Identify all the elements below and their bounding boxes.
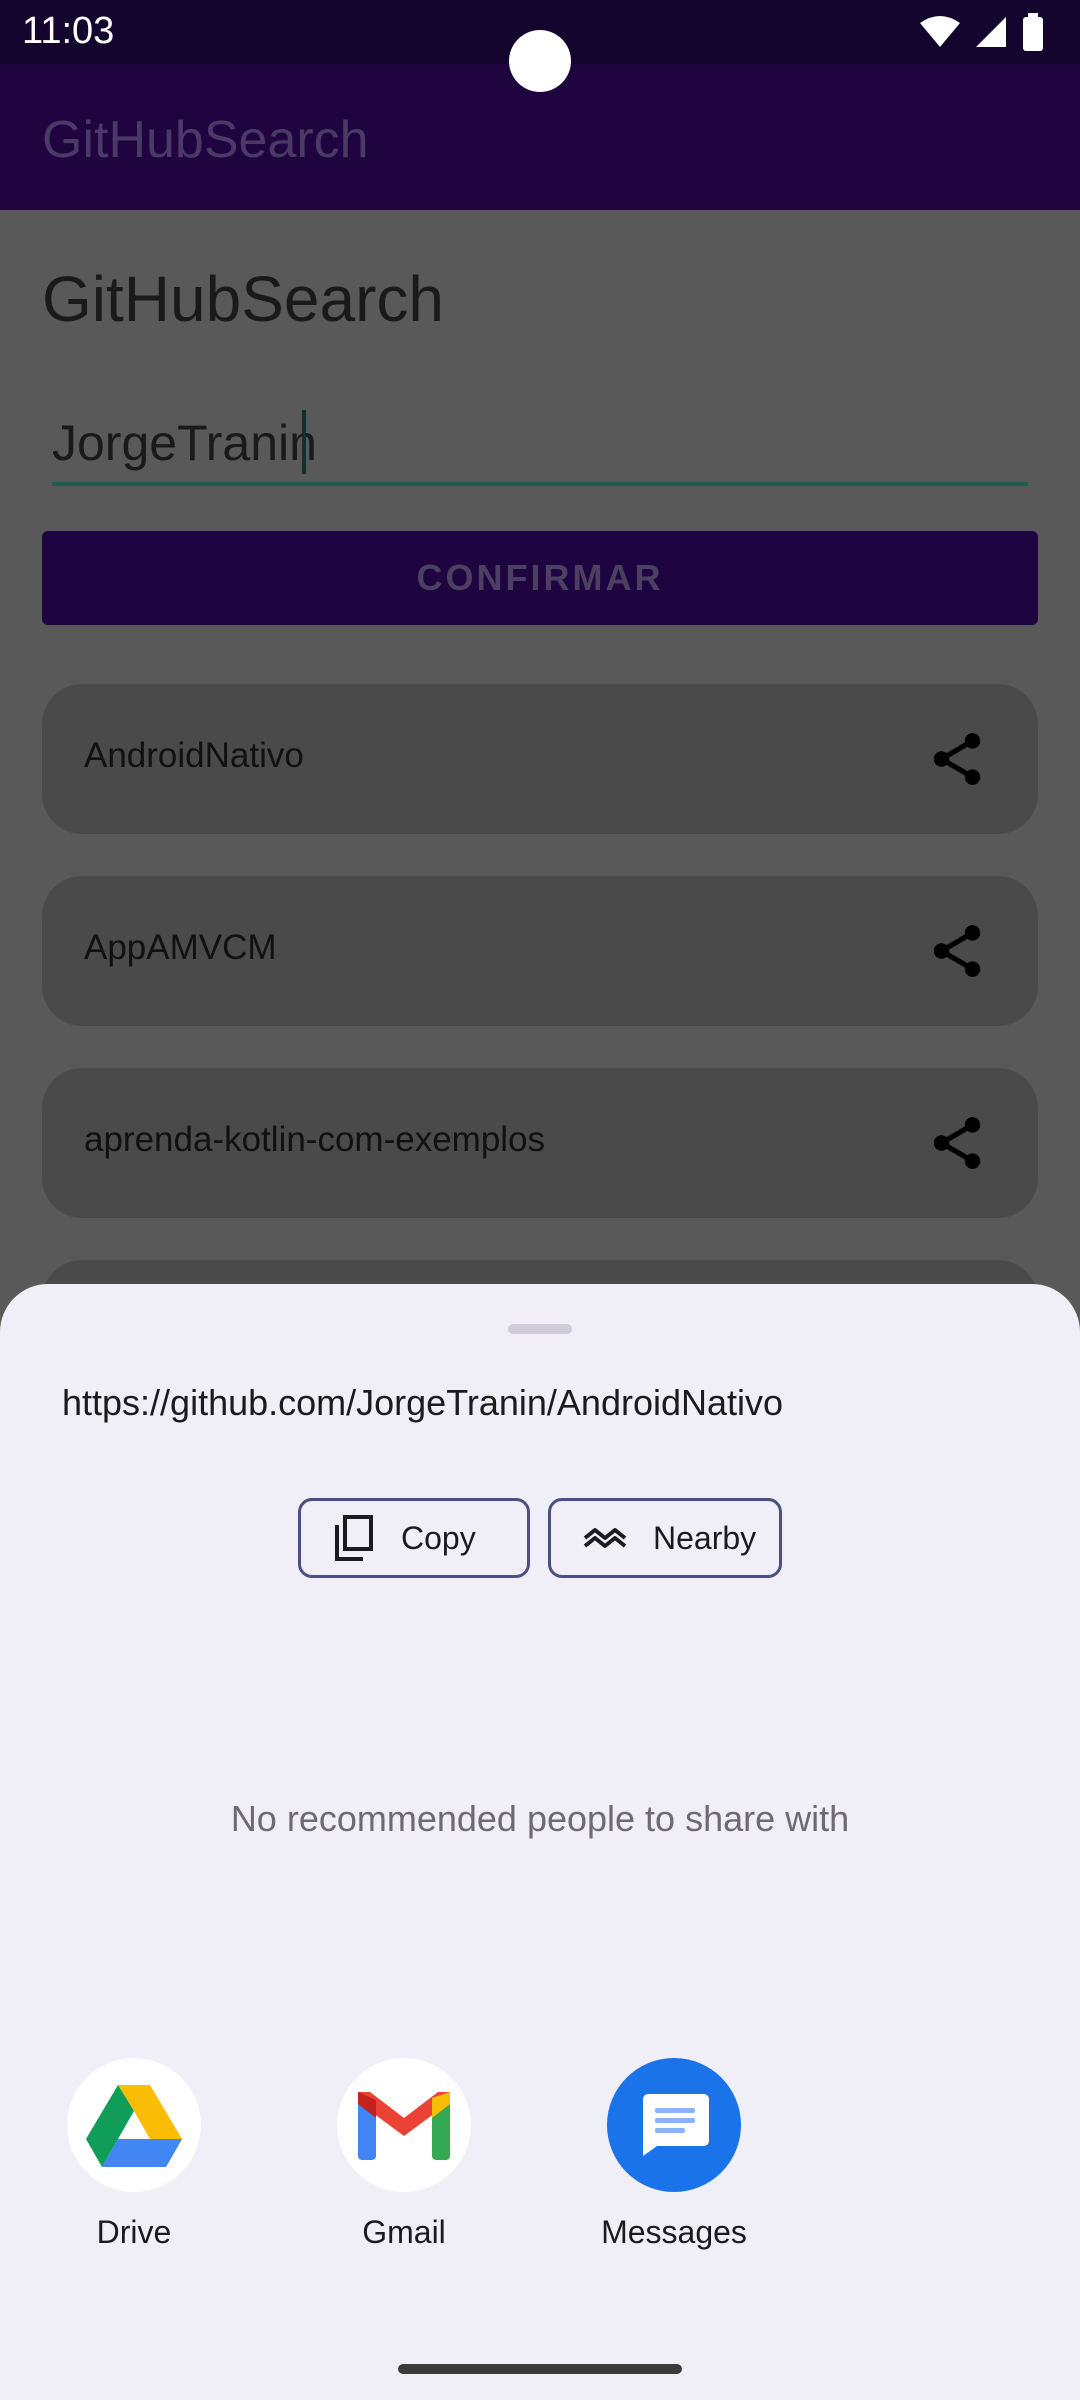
share-icon[interactable] [926, 1112, 988, 1174]
copy-label: Copy [401, 1519, 476, 1556]
no-recommendations-text: No recommended people to share with [230, 1798, 850, 1839]
gmail-icon [337, 2058, 471, 2192]
share-target-gmail[interactable]: Gmail [324, 2058, 484, 2251]
share-sheet: https://github.com/JorgeTranin/AndroidNa… [0, 1284, 1080, 2400]
share-target-label: Messages [601, 2214, 747, 2250]
status-icons [920, 12, 1044, 52]
share-icon[interactable] [926, 920, 988, 982]
app-bar-title: GitHubSearch [42, 111, 369, 169]
share-target-drive[interactable]: Drive [54, 2058, 214, 2251]
text-caret [302, 410, 306, 474]
screen: 11:03 GitHubSearch GitHubSearch JorgeTra… [0, 0, 1080, 2400]
repo-name: AppAMVCM [84, 928, 277, 967]
messages-icon [607, 2058, 741, 2192]
gesture-nav-bar[interactable] [398, 2364, 682, 2374]
drive-icon [67, 2058, 201, 2192]
nearby-share-icon [583, 1528, 627, 1548]
share-target-label: Gmail [362, 2214, 446, 2250]
repo-name: AndroidNativo [84, 736, 304, 775]
username-input-value: JorgeTranin [52, 415, 317, 471]
copy-button[interactable]: Copy [298, 1498, 530, 1578]
signal-icon [976, 17, 1006, 47]
copy-icon [335, 1515, 373, 1561]
battery-icon [1023, 13, 1043, 51]
wifi-icon [920, 16, 960, 47]
nearby-label: Nearby [653, 1519, 757, 1556]
share-icon[interactable] [926, 728, 988, 790]
nearby-button[interactable]: Nearby [548, 1498, 782, 1578]
repo-name: aprenda-kotlin-com-exemplos [84, 1120, 546, 1159]
drag-handle[interactable] [508, 1324, 572, 1334]
repo-card[interactable]: aprenda-kotlin-com-exemplos [42, 1068, 1038, 1218]
camera-cutout [509, 30, 571, 92]
page-title: GitHubSearch [42, 263, 444, 335]
username-input[interactable]: JorgeTranin [52, 406, 1028, 486]
share-target-messages[interactable]: Messages [594, 2058, 754, 2251]
status-time: 11:03 [22, 10, 115, 52]
repo-card[interactable]: AndroidNativo [42, 684, 1038, 834]
share-url: https://github.com/JorgeTranin/AndroidNa… [62, 1382, 784, 1423]
confirm-button[interactable]: CONFIRMAR [42, 531, 1038, 625]
share-target-label: Drive [96, 2214, 172, 2250]
repo-card[interactable]: AppAMVCM [42, 876, 1038, 1026]
